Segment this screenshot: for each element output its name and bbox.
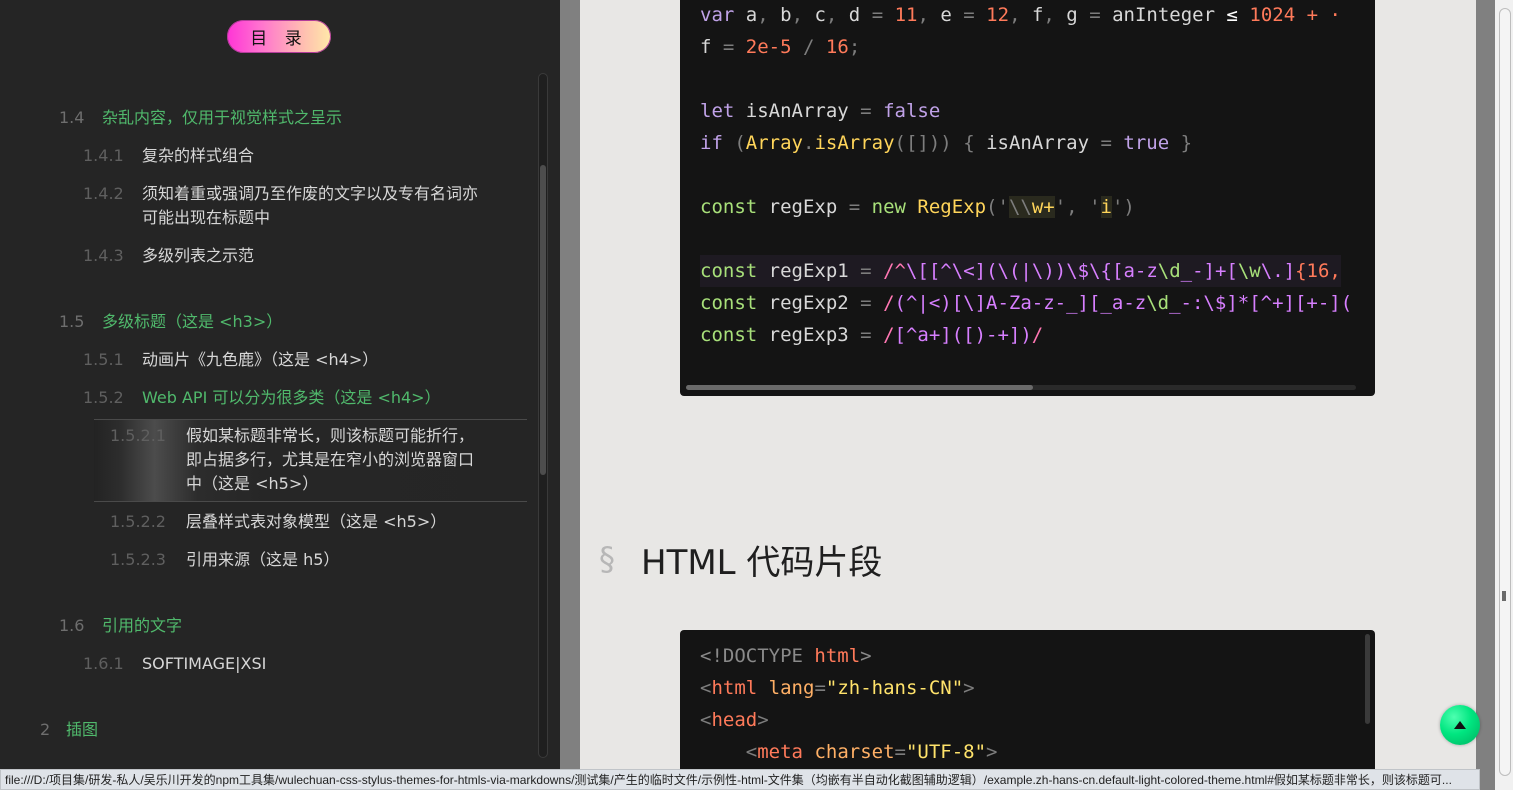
toc-item-number: 1.5.1 xyxy=(83,350,124,369)
toc-item-number: 1.5.2 xyxy=(83,388,124,407)
code-line-10: const regExp2 = /(^|<)[\]A-Za-z-_][_a-z\… xyxy=(700,292,1353,314)
code-block-html: <!DOCTYPE html> <html lang="zh-hans-CN">… xyxy=(680,630,1375,790)
toc-item-label: 引用的文字 xyxy=(102,616,183,635)
toc-item-number: 1.6 xyxy=(59,616,85,635)
toc-item-2[interactable]: 2 插图 xyxy=(40,718,98,742)
toc-item-label: SOFTIMAGE|XSI xyxy=(142,654,267,673)
toc-item-number: 1.5.2.1 xyxy=(110,426,166,445)
toc-item-label: 动画片《九色鹿》（这是 <h4>） xyxy=(142,350,379,369)
toc-item-1-4-1[interactable]: 1.4.1 复杂的样式组合 xyxy=(83,144,254,168)
toc-item-1-5-2-3[interactable]: 1.5.2.3 引用来源（这是 h5） xyxy=(110,548,339,572)
code-line-4: <meta charset="UTF-8"> xyxy=(745,741,998,763)
toc-item-number: 1.5 xyxy=(59,312,85,331)
code-line-4: let isAnArray = false xyxy=(700,100,941,122)
toc-sidebar: 目 录 1.4 杂乱内容，仅用于视觉样式之呈示 1.4.1 复杂的样式组合 1.… xyxy=(0,0,560,790)
toc-item-label-line2: 即占据多行，尤其是在窄小的浏览器窗口 xyxy=(186,450,475,469)
toc-item-label: 插图 xyxy=(66,720,99,739)
page-scrollbar-thumb[interactable] xyxy=(1499,8,1511,776)
toc-item-1-6-1[interactable]: 1.6.1 SOFTIMAGE|XSI xyxy=(83,652,266,676)
article-content: var a, b, c, d = 11, e = 12, f, g = anIn… xyxy=(580,0,1476,790)
page-scrollbar-grip xyxy=(1502,591,1506,601)
toc-item-number: 1.5.2.3 xyxy=(110,550,166,569)
toc-item-1-5-1[interactable]: 1.5.1 动画片《九色鹿》（这是 <h4>） xyxy=(83,348,378,372)
back-to-top-button[interactable] xyxy=(1440,705,1480,745)
toc-title-button[interactable]: 目 录 xyxy=(227,20,331,53)
toc-item-label: 假如某标题非常长，则该标题可能折行， xyxy=(186,426,475,445)
toc-item-1-4-3[interactable]: 1.4.3 多级列表之示范 xyxy=(83,244,254,268)
code-block-javascript: var a, b, c, d = 11, e = 12, f, g = anIn… xyxy=(680,0,1375,396)
toc-item-number: 1.4.3 xyxy=(83,246,124,265)
toc-item-number: 1.6.1 xyxy=(83,654,124,673)
toc-item-1-5[interactable]: 1.5 多级标题（这是 <h3>） xyxy=(59,310,282,334)
code-line-5: if (Array.isArray([])) { isAnArray = tru… xyxy=(700,132,1193,154)
toc-item-1-4-2[interactable]: 1.4.2 须知着重或强调乃至作废的文字以及专有名词亦 可能出现在标题中 xyxy=(83,182,478,230)
toc-item-label: 多级列表之示范 xyxy=(142,246,255,265)
section-mark-icon: § xyxy=(599,540,615,578)
code-line-9: const regExp1 = /^\[[^\<](\(|\))\$\{[a-z… xyxy=(700,255,1341,287)
section-title: HTML 代码片段 xyxy=(641,542,883,583)
code-line-11: const regExp3 = /[^a+]([)-+])/ xyxy=(700,324,1044,346)
toc-item-label: 引用来源（这是 h5） xyxy=(186,550,340,569)
toc-item-1-5-2-1[interactable]: 1.5.2.1 假如某标题非常长，则该标题可能折行， 即占据多行，尤其是在窄小的… xyxy=(110,424,474,496)
code-line-7: const regExp = new RegExp('\\w+', 'i') xyxy=(700,196,1135,218)
toc-item-number: 2 xyxy=(40,720,51,739)
section-heading-html: § HTML 代码片段 xyxy=(599,534,882,584)
toc-item-label: Web API 可以分为很多类（这是 <h4>） xyxy=(142,388,441,407)
toc-item-label: 杂乱内容，仅用于视觉样式之呈示 xyxy=(102,108,343,127)
code-line-2: <html lang="zh-hans-CN"> xyxy=(700,677,975,699)
toc-item-1-4[interactable]: 1.4 杂乱内容，仅用于视觉样式之呈示 xyxy=(59,106,342,130)
toc-item-number: 1.4.2 xyxy=(83,184,124,203)
toc-item-label: 层叠样式表对象模型（这是 <h5>） xyxy=(186,512,447,531)
toc-item-label: 多级标题（这是 <h3>） xyxy=(102,312,283,331)
arrow-up-icon xyxy=(1454,721,1466,729)
code-line-1: var a, b, c, d = 11, e = 12, f, g = anIn… xyxy=(700,4,1341,26)
code-line-2: f = 2e-5 / 16; xyxy=(700,36,861,58)
toc-item-label: 须知着重或强调乃至作废的文字以及专有名词亦 xyxy=(142,184,479,203)
status-bar-url: file:///D:/项目集/研发-私人/吴乐川开发的npm工具集/wulech… xyxy=(0,769,1480,790)
toc-item-number: 1.5.2.2 xyxy=(110,512,166,531)
toc-item-1-5-2[interactable]: 1.5.2 Web API 可以分为很多类（这是 <h4>） xyxy=(83,386,441,410)
code-line-1: <!DOCTYPE html> xyxy=(700,645,872,667)
toc-item-label: 复杂的样式组合 xyxy=(142,146,255,165)
toc-item-label-line2: 可能出现在标题中 xyxy=(142,208,271,227)
toc-scrollbar-thumb[interactable] xyxy=(540,165,546,475)
toc-item-1-6[interactable]: 1.6 引用的文字 xyxy=(59,614,182,638)
toc-item-1-5-2-2[interactable]: 1.5.2.2 层叠样式表对象模型（这是 <h5>） xyxy=(110,510,446,534)
toc-item-number: 1.4.1 xyxy=(83,146,124,165)
code-hscrollbar-thumb[interactable] xyxy=(686,385,1033,390)
toc-item-number: 1.4 xyxy=(59,108,85,127)
code-line-3: <head> xyxy=(700,709,769,731)
toc-item-label-line3: 中（这是 <h5>） xyxy=(186,474,319,493)
code-vscrollbar[interactable] xyxy=(1365,634,1370,724)
